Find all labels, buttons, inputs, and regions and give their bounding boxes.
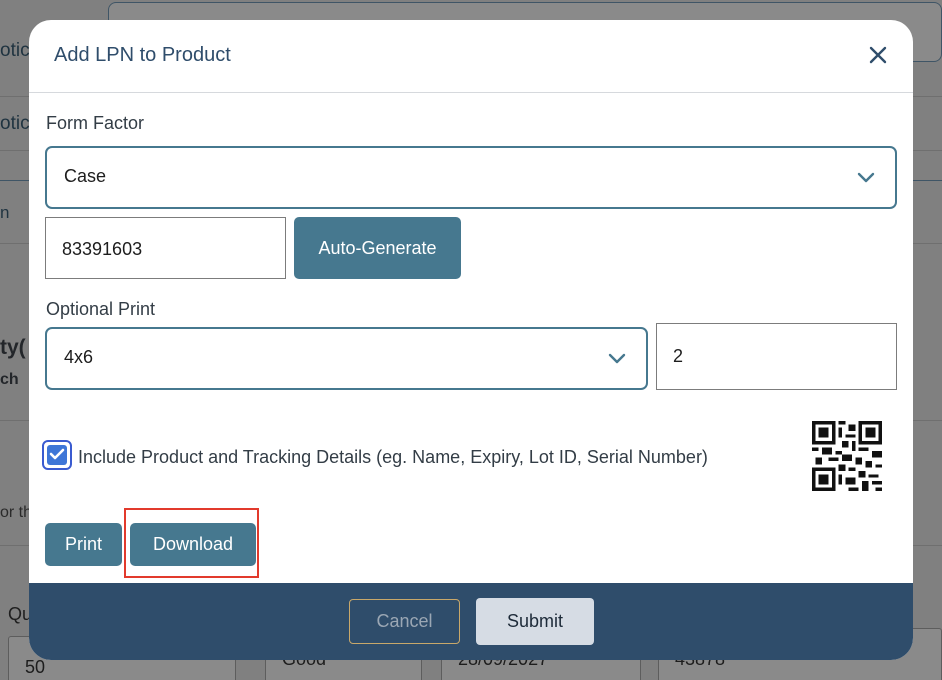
submit-button[interactable]: Submit	[476, 598, 594, 645]
background-text: or th	[0, 504, 33, 521]
auto-generate-button[interactable]: Auto-Generate	[294, 217, 461, 279]
print-button[interactable]: Print	[45, 523, 122, 566]
print-copies-input[interactable]: 2	[656, 323, 897, 390]
form-factor-select[interactable]: Case	[45, 146, 897, 209]
optional-print-label: Optional Print	[46, 299, 156, 319]
lpn-value: 83391603	[62, 239, 143, 259]
modal-title: Add LPN to Product	[54, 44, 231, 66]
modal-footer: Cancel Submit	[29, 583, 913, 660]
form-factor-label: Form Factor	[46, 113, 145, 133]
download-highlight-box	[124, 508, 259, 578]
chevron-down-icon	[857, 172, 875, 183]
print-copies-value: 2	[673, 346, 684, 366]
background-text: otic	[0, 40, 30, 61]
qr-code-icon	[812, 421, 882, 491]
chevron-down-icon	[608, 353, 626, 364]
background-text: n	[0, 203, 10, 222]
background-text: otic	[0, 113, 30, 134]
close-button[interactable]	[869, 46, 887, 64]
print-size-value: 4x6	[64, 347, 94, 367]
checkmark-icon	[49, 448, 65, 460]
background-text: ch	[0, 371, 19, 388]
add-lpn-modal: Add LPN to Product Form Factor Case 8339…	[29, 20, 913, 660]
close-icon	[869, 46, 887, 64]
print-size-select[interactable]: 4x6	[45, 327, 648, 390]
background-text: ty(	[0, 336, 26, 359]
include-details-label: Include Product and Tracking Details (eg…	[78, 447, 708, 467]
include-details-checkbox[interactable]	[42, 440, 72, 470]
cancel-button[interactable]: Cancel	[349, 599, 460, 644]
lpn-input[interactable]: 83391603	[45, 217, 286, 279]
modal-header: Add LPN to Product	[29, 20, 913, 93]
form-factor-value: Case	[64, 166, 107, 186]
